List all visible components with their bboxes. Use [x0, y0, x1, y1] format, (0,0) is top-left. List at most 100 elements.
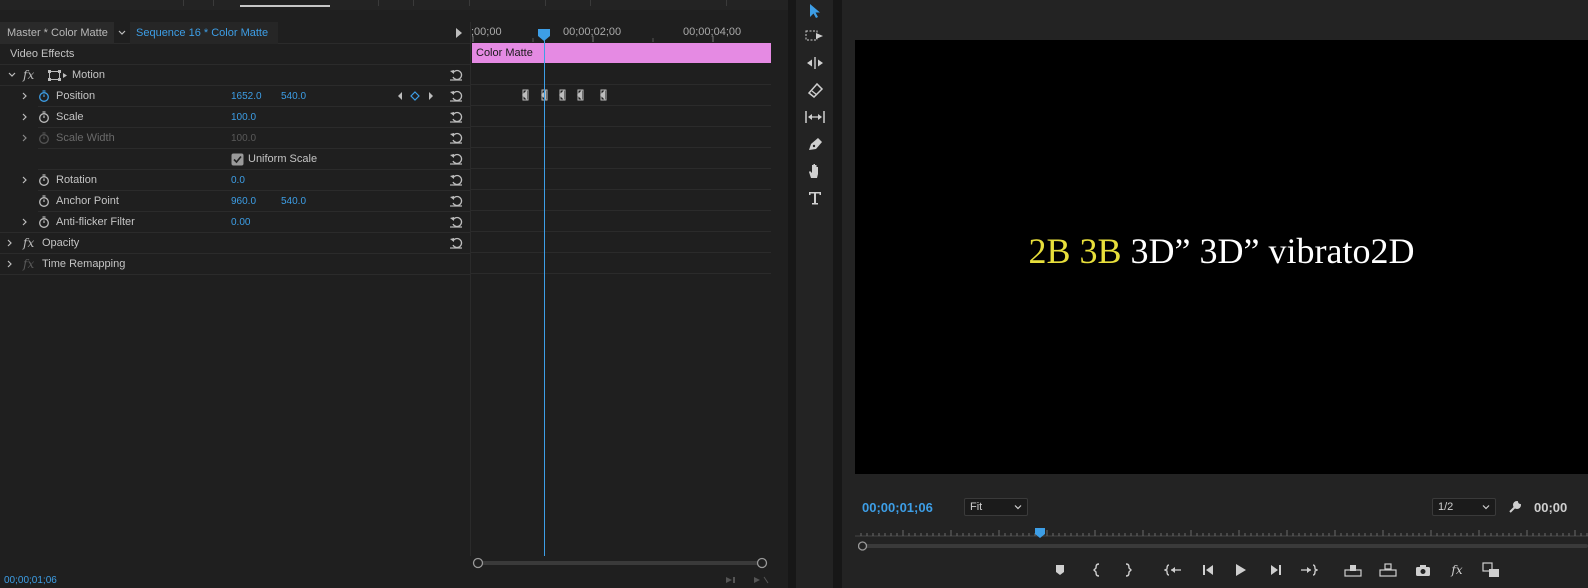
title-overlay-text[interactable]: 2B 3B 3D” 3D” vibrato2D — [855, 230, 1588, 272]
timeline-zoom-scrollbar[interactable] — [472, 557, 768, 569]
ripple-edit-tool[interactable] — [803, 52, 827, 74]
play-button[interactable] — [1230, 560, 1252, 580]
next-keyframe-icon[interactable] — [427, 91, 435, 101]
playback-resolution-select[interactable]: 1/2 — [1432, 498, 1496, 516]
property-name: Scale — [56, 111, 84, 123]
property-row-rotation[interactable]: Rotation 0.0 — [0, 170, 470, 191]
stopwatch-icon[interactable] — [38, 216, 50, 228]
panel-tab-strip — [0, 0, 788, 10]
export-frame-button[interactable] — [1412, 560, 1434, 580]
mark-out-button[interactable] — [1117, 560, 1139, 580]
anchor-x-value[interactable]: 960.0 — [231, 196, 256, 207]
anchor-y-value[interactable]: 540.0 — [281, 196, 306, 207]
reset-icon[interactable] — [449, 68, 463, 81]
chevron-right-icon[interactable] — [20, 133, 30, 143]
position-y-value[interactable]: 540.0 — [281, 91, 306, 102]
chevron-right-icon[interactable] — [20, 175, 30, 185]
add-marker-button[interactable] — [1049, 560, 1071, 580]
position-keyframes[interactable] — [471, 88, 771, 102]
mark-in-button[interactable] — [1086, 560, 1108, 580]
razor-tool[interactable] — [803, 79, 827, 101]
property-row-anchor-point[interactable]: Anchor Point 960.0 540.0 — [0, 191, 470, 212]
program-viewer[interactable]: 2B 3B 3D” 3D” vibrato2D — [855, 40, 1588, 474]
prev-keyframe-icon[interactable] — [396, 91, 404, 101]
property-name: Anti-flicker Filter — [56, 216, 135, 228]
reset-icon[interactable] — [449, 110, 463, 123]
selection-tool[interactable] — [803, 0, 827, 22]
anti-flicker-value[interactable]: 0.00 — [231, 217, 250, 228]
playhead-handle[interactable] — [538, 29, 550, 41]
step-forward-button[interactable] — [1265, 560, 1287, 580]
reset-icon[interactable] — [449, 131, 463, 144]
transform-handles-icon[interactable] — [48, 70, 68, 81]
chevron-down-icon[interactable] — [7, 70, 17, 80]
comparison-view-button[interactable] — [1480, 560, 1502, 580]
chevron-down-icon — [1014, 505, 1022, 510]
position-x-value[interactable]: 1652.0 — [231, 91, 262, 102]
playhead-timecode[interactable]: 00;00;01;06 — [862, 500, 933, 515]
reset-icon[interactable] — [449, 236, 463, 249]
extract-button[interactable] — [1377, 560, 1399, 580]
effect-controls-timeline[interactable]: ;00;00 00;00;02;00 00;00;04;00 Color Mat… — [470, 22, 771, 556]
pen-tool[interactable] — [803, 133, 827, 155]
effect-row-motion[interactable]: fx Motion — [0, 65, 470, 86]
property-row-scale[interactable]: Scale 100.0 — [0, 107, 470, 128]
panel-divider[interactable] — [788, 0, 796, 588]
effect-row-time-remapping[interactable]: fx Time Remapping — [0, 254, 470, 275]
wrench-icon[interactable] — [1508, 498, 1524, 514]
time-ruler[interactable] — [471, 36, 771, 42]
effects-toggle-button[interactable]: fx — [1446, 560, 1468, 580]
type-tool[interactable] — [803, 187, 827, 209]
lift-button[interactable] — [1342, 560, 1364, 580]
uniform-scale-checkbox[interactable] — [231, 153, 244, 166]
tab-divider — [726, 0, 727, 6]
extract-icon — [1379, 563, 1397, 577]
effect-row-opacity[interactable]: fx Opacity — [0, 233, 470, 254]
stopwatch-icon[interactable] — [38, 195, 50, 207]
stopwatch-icon[interactable] — [38, 111, 50, 123]
reset-icon[interactable] — [449, 194, 463, 207]
step-back-icon — [1203, 565, 1213, 575]
footer-filter-icons[interactable] — [724, 574, 770, 586]
chevron-right-icon[interactable] — [20, 112, 30, 122]
rotation-value[interactable]: 0.0 — [231, 175, 245, 186]
duration-timecode: 00;00 — [1534, 500, 1568, 515]
chevron-down-icon[interactable] — [116, 27, 128, 39]
zoom-level-select[interactable]: Fit — [964, 498, 1028, 516]
footer-timecode[interactable]: 00;00;01;06 — [4, 575, 57, 586]
go-to-in-button[interactable] — [1162, 560, 1184, 580]
fx-badge-icon[interactable]: fx — [23, 236, 34, 250]
chevron-right-icon[interactable] — [5, 238, 15, 248]
reset-icon[interactable] — [449, 89, 463, 102]
stopwatch-icon[interactable] — [38, 174, 50, 186]
playhead-line[interactable] — [544, 34, 545, 556]
panel-divider[interactable] — [833, 0, 842, 588]
step-back-button[interactable] — [1197, 560, 1219, 580]
scale-value[interactable]: 100.0 — [231, 112, 256, 123]
property-row-uniform-scale: Uniform Scale — [0, 149, 470, 170]
program-zoom-scrollbar[interactable] — [858, 540, 1588, 552]
property-row-anti-flicker[interactable]: Anti-flicker Filter 0.00 — [0, 212, 470, 233]
reset-icon[interactable] — [449, 215, 463, 228]
chevron-right-icon[interactable] — [20, 217, 30, 227]
type-icon — [809, 192, 821, 205]
tab-divider — [413, 0, 414, 6]
stopwatch-icon-active[interactable] — [38, 90, 50, 102]
tab-master-clip[interactable]: Master * Color Matte — [0, 22, 114, 44]
chevron-right-icon[interactable] — [20, 91, 30, 101]
hand-tool[interactable] — [803, 160, 827, 182]
play-only-audio-arrow-icon[interactable] — [454, 27, 464, 39]
chevron-right-icon[interactable] — [5, 259, 15, 269]
reset-icon[interactable] — [449, 173, 463, 186]
track-select-tool[interactable] — [803, 25, 827, 47]
add-keyframe-icon[interactable] — [410, 91, 420, 101]
transport-controls: fx — [1042, 560, 1502, 580]
clip-bar[interactable]: Color Matte — [472, 43, 771, 63]
go-to-out-button[interactable] — [1298, 560, 1320, 580]
reset-icon[interactable] — [449, 152, 463, 165]
slip-tool[interactable] — [803, 106, 827, 128]
ripple-edit-icon — [807, 57, 823, 69]
tab-sequence-clip[interactable]: Sequence 16 * Color Matte — [130, 22, 278, 44]
fx-badge-icon[interactable]: fx — [23, 68, 34, 82]
property-row-position[interactable]: Position 1652.0 540.0 — [0, 86, 470, 107]
